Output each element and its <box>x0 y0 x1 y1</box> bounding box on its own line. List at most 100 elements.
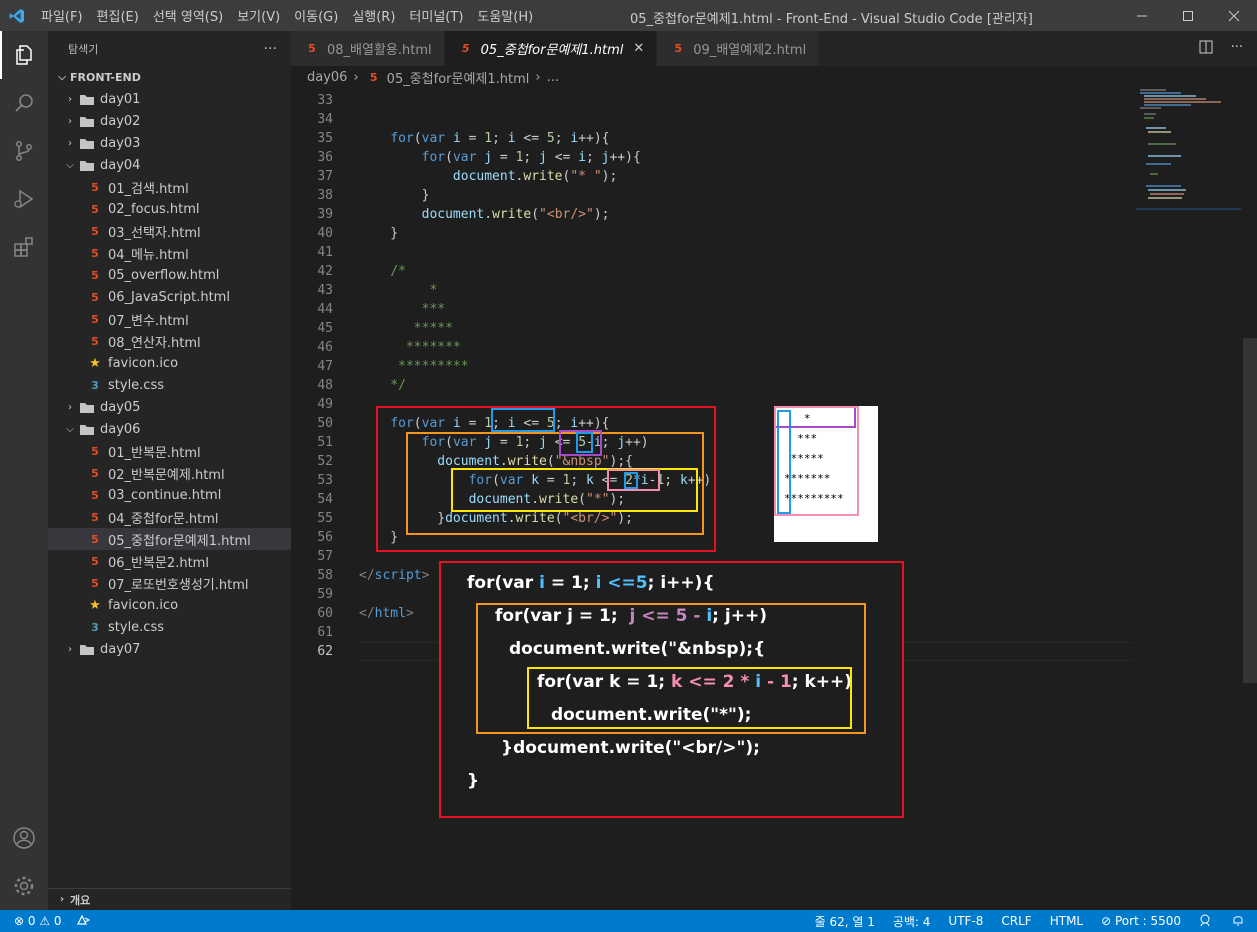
indentation[interactable]: 공백: 4 <box>893 913 931 930</box>
minimize-icon[interactable] <box>1119 0 1165 31</box>
tree-folder[interactable]: › day05 <box>48 396 291 418</box>
html-file-icon: 5 <box>91 268 99 282</box>
breadcrumb-file[interactable]: 05_중첩for문예제1.html <box>387 68 530 87</box>
minimap[interactable] <box>1136 88 1241 910</box>
tree-file[interactable]: 5 03_continue.html <box>48 484 291 506</box>
language-mode[interactable]: HTML <box>1050 914 1083 928</box>
code-line[interactable]: 38 } <box>291 186 1141 205</box>
line-number: 42 <box>317 264 333 279</box>
pink-highlight-box <box>774 406 859 516</box>
tree-file[interactable]: 5 07_변수.html <box>48 308 291 330</box>
menu-item[interactable]: 실행(R) <box>345 6 402 25</box>
account-icon[interactable] <box>0 814 48 862</box>
tree-item-label: 03_continue.html <box>108 487 222 503</box>
chevron-right-icon: › <box>68 137 72 149</box>
line-number: 33 <box>317 93 333 108</box>
tree-file[interactable]: 5 07_로또번호생성기.html <box>48 572 291 594</box>
explorer-icon[interactable] <box>0 31 48 79</box>
breadcrumb-more[interactable]: ... <box>547 70 559 85</box>
menu-item[interactable]: 도움말(H) <box>470 6 540 25</box>
code-line[interactable]: 37 document.write("* "); <box>291 167 1141 186</box>
more-actions-icon[interactable]: ··· <box>1231 40 1243 58</box>
menu-item[interactable]: 터미널(T) <box>402 6 470 25</box>
tree-item-label: 03_선택자.html <box>108 225 201 241</box>
close-icon[interactable] <box>1211 0 1257 31</box>
code-line[interactable]: 35 for(var i = 1; i <= 5; i++){ <box>291 129 1141 148</box>
tree-file[interactable]: 5 05_중첩for문예제1.html <box>48 528 291 550</box>
settings-gear-icon[interactable] <box>0 862 48 910</box>
code-editor[interactable]: 33 34 35 for(var i = 1; i <= 5; i++){36 fo… <box>291 88 1257 910</box>
tree-file[interactable]: 5 01_검색.html <box>48 176 291 198</box>
encoding[interactable]: UTF-8 <box>948 914 983 928</box>
tree-folder[interactable]: ⌵ day04 <box>48 154 291 176</box>
menu-item[interactable]: 파일(F) <box>34 6 90 25</box>
problems-indicator[interactable]: ⊗ 0 ⚠ 0 <box>14 914 62 928</box>
live-share-icon[interactable] <box>76 914 90 929</box>
tree-file[interactable]: 5 08_연산자.html <box>48 330 291 352</box>
tree-folder[interactable]: › day02 <box>48 110 291 132</box>
editor-tab[interactable]: 5 08_배열활용.html <box>291 31 445 66</box>
editor-tab[interactable]: 5 05_중첩for문예제1.html ✕ <box>444 31 658 66</box>
tree-file[interactable]: 5 06_JavaScript.html <box>48 286 291 308</box>
menu-item[interactable]: 보기(V) <box>230 6 287 25</box>
feedback-icon[interactable] <box>1199 913 1213 930</box>
tree-file[interactable]: 5 05_overflow.html <box>48 264 291 286</box>
code-text: for(var j = 1; j <= i; j++){ <box>421 150 641 165</box>
tree-file[interactable]: ★ favicon.ico <box>48 594 291 616</box>
breadcrumb-folder[interactable]: day06 <box>307 70 347 85</box>
outline-section[interactable]: › 개요 <box>48 888 291 910</box>
end-of-line[interactable]: CRLF <box>1001 914 1031 928</box>
chevron-down-icon: ⌵ <box>66 423 74 435</box>
tree-folder[interactable]: › day01 <box>48 88 291 110</box>
line-number: 35 <box>317 131 333 146</box>
tree-file[interactable]: 5 04_중첩for문.html <box>48 506 291 528</box>
editor-tab[interactable]: 5 09_배열예제2.html <box>657 31 820 66</box>
code-line[interactable]: 44 *** <box>291 300 1141 319</box>
search-icon[interactable] <box>0 79 48 127</box>
code-line[interactable]: 40 } <box>291 224 1141 243</box>
tree-file[interactable]: 5 03_선택자.html <box>48 220 291 242</box>
code-line[interactable]: 47 ********* <box>291 357 1141 376</box>
cursor-position[interactable]: 줄 62, 열 1 <box>815 913 875 930</box>
code-line[interactable]: 45 ***** <box>291 319 1141 338</box>
run-debug-icon[interactable] <box>0 175 48 223</box>
menu-item[interactable]: 편집(E) <box>90 6 146 25</box>
tree-file[interactable]: 5 06_반복문2.html <box>48 550 291 572</box>
code-line[interactable]: 33 <box>291 91 1141 110</box>
menu-item[interactable]: 이동(G) <box>287 6 345 25</box>
folder-icon <box>78 643 96 656</box>
code-line[interactable]: 42 /* <box>291 262 1141 281</box>
tree-file[interactable]: 5 02_반복문예제.html <box>48 462 291 484</box>
tree-file[interactable]: 3 style.css <box>48 616 291 638</box>
tree-file[interactable]: 5 02_focus.html <box>48 198 291 220</box>
workspace-root-folder[interactable]: ⌵ FRONT-END <box>48 66 291 88</box>
source-control-icon[interactable] <box>0 127 48 175</box>
code-line[interactable]: 39 document.write("<br/>"); <box>291 205 1141 224</box>
code-line[interactable]: 48 */ <box>291 376 1141 395</box>
line-number: 44 <box>317 302 333 317</box>
code-line[interactable]: 34 <box>291 110 1141 129</box>
menu-item[interactable]: 선택 영역(S) <box>146 6 230 25</box>
code-line[interactable]: 36 for(var j = 1; j <= i; j++){ <box>291 148 1141 167</box>
code-line[interactable]: 46 ******* <box>291 338 1141 357</box>
code-line[interactable]: 41 <box>291 243 1141 262</box>
line-number: 62 <box>317 644 333 659</box>
live-server-port[interactable]: ⊘ Port : 5500 <box>1101 914 1181 928</box>
tab-label: 09_배열예제2.html <box>693 43 807 58</box>
code-line[interactable]: 43 * <box>291 281 1141 300</box>
minimap-slider[interactable] <box>1136 208 1241 210</box>
more-actions-icon[interactable]: ··· <box>264 41 277 57</box>
notifications-icon[interactable] <box>1231 913 1245 930</box>
tree-file[interactable]: 5 01_반복문.html <box>48 440 291 462</box>
tree-folder[interactable]: › day03 <box>48 132 291 154</box>
tree-file[interactable]: 3 style.css <box>48 374 291 396</box>
tree-folder[interactable]: ⌵ day06 <box>48 418 291 440</box>
scrollbar-thumb[interactable] <box>1243 338 1257 683</box>
tree-folder[interactable]: › day07 <box>48 638 291 660</box>
split-editor-icon[interactable] <box>1199 40 1213 58</box>
maximize-icon[interactable] <box>1165 0 1211 31</box>
close-tab-icon[interactable]: ✕ <box>633 41 644 56</box>
tree-file[interactable]: ★ favicon.ico <box>48 352 291 374</box>
tree-file[interactable]: 5 04_메뉴.html <box>48 242 291 264</box>
extensions-icon[interactable] <box>0 223 48 271</box>
